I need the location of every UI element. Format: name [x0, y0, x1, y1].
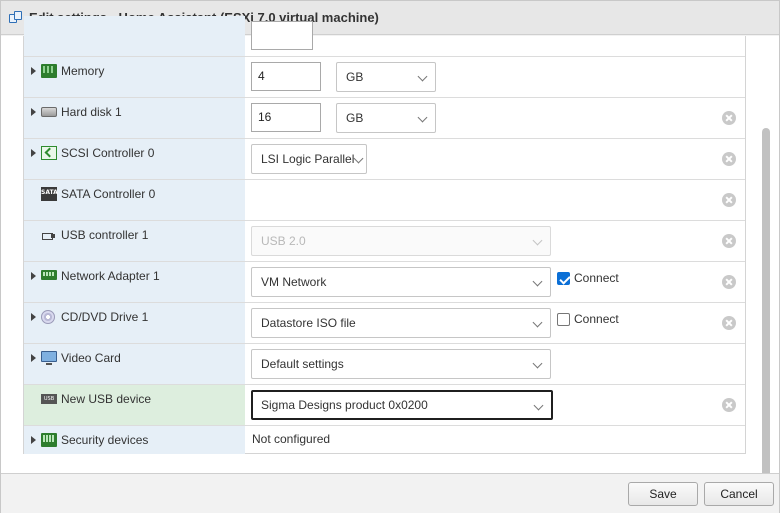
remove-device-icon[interactable]	[722, 234, 736, 248]
cancel-button[interactable]: Cancel	[704, 482, 774, 506]
remove-device-icon[interactable]	[722, 275, 736, 289]
device-row-cd-dvd: CD/DVD Drive 1 Datastore ISO file Connec…	[24, 303, 745, 344]
usb-version-select[interactable]: USB 2.0	[251, 226, 551, 256]
device-label: USB controller 1	[61, 228, 149, 242]
device-row-usb-controller: USB controller 1 USB 2.0	[24, 221, 745, 262]
partial-input[interactable]	[251, 21, 313, 50]
disk-unit-select[interactable]: GB	[336, 103, 436, 133]
cd-dvd-connect-checkbox[interactable]	[557, 313, 570, 326]
usb-device-icon: USB	[41, 394, 57, 404]
security-devices-value: Not configured	[252, 432, 331, 446]
device-row-network-adapter: Network Adapter 1 VM Network Connect	[24, 262, 745, 303]
video-card-icon	[41, 351, 57, 365]
chevron-down-icon	[533, 400, 544, 411]
cd-dvd-source-select[interactable]: Datastore ISO file	[251, 308, 551, 338]
network-connect-checkbox[interactable]	[557, 272, 570, 285]
memory-size-input[interactable]: 4	[251, 62, 321, 91]
device-label: New USB device	[61, 392, 152, 406]
network-select[interactable]: VM Network	[251, 267, 551, 297]
network-connect-label[interactable]: Connect	[574, 271, 619, 285]
device-label: CD/DVD Drive 1	[61, 310, 149, 324]
settings-content: Memory 4 GB Hard disk 1 16 GB SCSI Contr…	[1, 16, 779, 488]
chevron-down-icon	[417, 112, 428, 123]
remove-device-icon[interactable]	[722, 193, 736, 207]
edit-settings-dialog: Edit settings - Home Assistant (ESXi 7.0…	[0, 0, 780, 513]
cd-dvd-icon	[41, 310, 55, 324]
chevron-down-icon	[532, 276, 543, 287]
scsi-type-select[interactable]: LSI Logic Parallel	[251, 144, 367, 174]
chevron-down-icon	[353, 153, 364, 164]
expand-arrow-icon[interactable]	[31, 436, 36, 444]
chevron-down-icon	[532, 358, 543, 369]
device-label: Network Adapter 1	[61, 269, 160, 283]
expand-arrow-icon[interactable]	[31, 313, 36, 321]
memory-unit-value: GB	[346, 70, 364, 84]
device-list: Memory 4 GB Hard disk 1 16 GB SCSI Contr…	[23, 16, 746, 454]
chevron-down-icon	[532, 317, 543, 328]
device-row-scsi-controller: SCSI Controller 0 LSI Logic Parallel	[24, 139, 745, 180]
video-settings-value: Default settings	[261, 357, 344, 371]
dialog-footer: Save Cancel	[1, 473, 779, 513]
chevron-down-icon	[417, 71, 428, 82]
usb-device-select[interactable]: Sigma Designs product 0x0200	[251, 390, 553, 420]
device-row-security-devices: Security devices Not configured	[24, 426, 745, 467]
scrollbar-thumb[interactable]	[762, 128, 770, 488]
usb-device-value: Sigma Designs product 0x0200	[261, 398, 428, 412]
disk-size-input[interactable]: 16	[251, 103, 321, 132]
hard-disk-icon	[41, 107, 57, 117]
security-devices-icon	[41, 433, 57, 447]
device-row-video-card: Video Card Default settings	[24, 344, 745, 385]
video-settings-select[interactable]: Default settings	[251, 349, 551, 379]
expand-arrow-icon[interactable]	[31, 354, 36, 362]
chevron-down-icon	[532, 235, 543, 246]
remove-device-icon[interactable]	[722, 152, 736, 166]
expand-arrow-icon[interactable]	[31, 108, 36, 116]
cd-dvd-connect-label[interactable]: Connect	[574, 312, 619, 326]
device-row-hard-disk: Hard disk 1 16 GB	[24, 98, 745, 139]
usb-icon	[41, 228, 57, 242]
scsi-controller-icon	[41, 146, 57, 160]
device-label: Memory	[61, 64, 105, 78]
network-adapter-icon	[41, 270, 57, 280]
save-button[interactable]: Save	[628, 482, 698, 506]
device-label: Video Card	[61, 351, 121, 365]
device-label: SCSI Controller 0	[61, 146, 155, 160]
device-row-new-usb-device: USB New USB device Sigma Designs product…	[24, 385, 745, 426]
device-row-memory: Memory 4 GB	[24, 57, 745, 98]
memory-icon	[41, 64, 57, 78]
sata-controller-icon: SATA	[41, 187, 58, 201]
expand-arrow-icon[interactable]	[31, 67, 36, 75]
remove-device-icon[interactable]	[722, 111, 736, 125]
network-value: VM Network	[261, 275, 327, 289]
usb-version-value: USB 2.0	[261, 234, 306, 248]
device-label: Hard disk 1	[61, 105, 122, 119]
device-label: Security devices	[61, 433, 149, 447]
remove-device-icon[interactable]	[722, 316, 736, 330]
device-label: SATA Controller 0	[61, 187, 156, 201]
device-row-partial	[24, 16, 745, 57]
disk-unit-value: GB	[346, 111, 364, 125]
memory-unit-select[interactable]: GB	[336, 62, 436, 92]
device-row-sata-controller: SATA SATA Controller 0	[24, 180, 745, 221]
scsi-type-value: LSI Logic Parallel	[261, 152, 355, 166]
expand-arrow-icon[interactable]	[31, 149, 36, 157]
edit-settings-icon	[9, 10, 23, 25]
expand-arrow-icon[interactable]	[31, 272, 36, 280]
remove-device-icon[interactable]	[722, 398, 736, 412]
cd-dvd-source-value: Datastore ISO file	[261, 316, 356, 330]
